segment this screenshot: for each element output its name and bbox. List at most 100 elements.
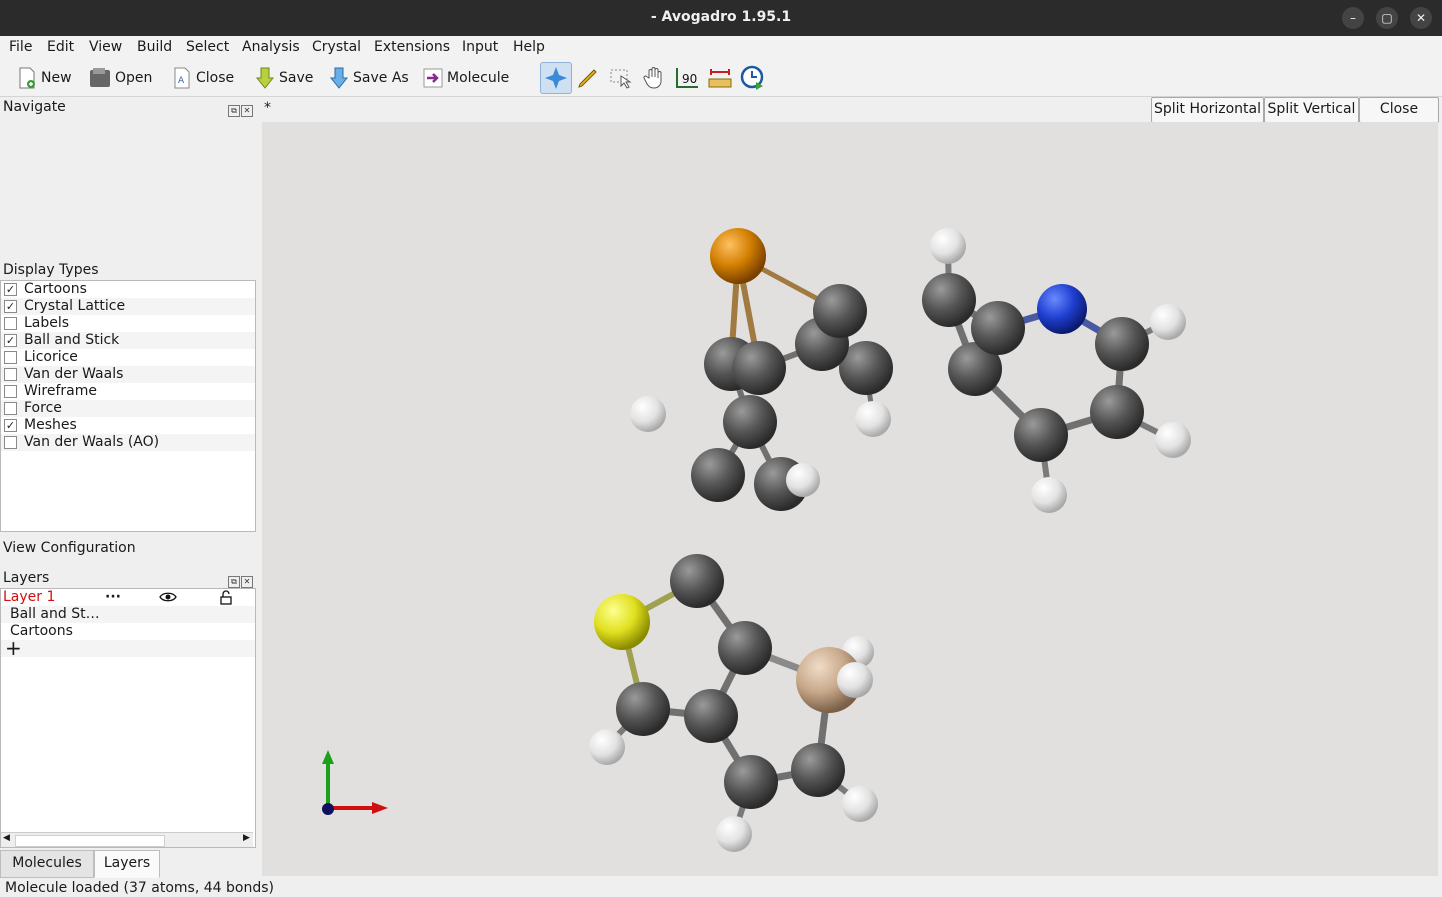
display-type-wireframe[interactable]: Wireframe [1, 383, 255, 400]
checkbox[interactable]: ✓ [4, 283, 17, 296]
layer-subrow-ball-and-stick[interactable]: Ball and St… [1, 606, 255, 623]
hydrogen-atom[interactable] [837, 662, 873, 698]
menu-extensions[interactable]: Extensions [374, 39, 450, 55]
viewport-close-button[interactable]: Close [1359, 97, 1439, 123]
menu-help[interactable]: Help [513, 39, 545, 55]
molecule-1-atoms[interactable] [630, 228, 893, 511]
hydrogen-atom[interactable] [1031, 477, 1067, 513]
carbon-atom[interactable] [813, 284, 867, 338]
manipulate-tool-button[interactable] [639, 63, 669, 93]
scroll-left-icon[interactable]: ◀ [3, 833, 10, 843]
split-horizontal-button[interactable]: Split Horizontal [1151, 97, 1264, 123]
carbon-atom[interactable] [616, 682, 670, 736]
nitrogen-atom[interactable] [1037, 284, 1087, 334]
display-type-labels[interactable]: Labels [1, 315, 255, 332]
carbon-atom[interactable] [1014, 408, 1068, 462]
close-icon[interactable]: ✕ [241, 105, 253, 117]
lock-icon[interactable] [219, 590, 233, 605]
layers-horizontal-scrollbar[interactable]: ◀ ▶ [1, 832, 253, 847]
close-window-button[interactable]: ✕ [1410, 7, 1432, 29]
new-button[interactable]: New [17, 64, 72, 92]
tab-molecules[interactable]: Molecules [0, 850, 94, 878]
hydrogen-atom[interactable] [855, 401, 891, 437]
view-configuration-title[interactable]: View Configuration [3, 540, 136, 556]
open-button[interactable]: Open [89, 64, 152, 92]
menu-analysis[interactable]: Analysis [242, 39, 300, 55]
navigate-tool-button[interactable] [540, 62, 572, 94]
float-icon[interactable]: ⧉ [228, 105, 240, 117]
menu-edit[interactable]: Edit [47, 39, 74, 55]
molecule-scene[interactable] [262, 122, 1438, 876]
checkbox[interactable] [4, 436, 17, 449]
save-as-button[interactable]: Save As [329, 64, 409, 92]
add-layer-row[interactable]: + [1, 638, 255, 658]
eye-icon[interactable] [159, 591, 177, 603]
scroll-right-icon[interactable]: ▶ [243, 833, 250, 843]
display-type-van-der-waals-ao[interactable]: Van der Waals (AO) [1, 434, 255, 451]
minimize-button[interactable]: – [1342, 7, 1364, 29]
hydrogen-atom[interactable] [716, 816, 752, 852]
molecule-2-atoms[interactable] [922, 228, 1191, 513]
checkbox[interactable]: ✓ [4, 300, 17, 313]
layer-row-1[interactable]: Layer 1 ··· [1, 589, 255, 606]
menu-build[interactable]: Build [137, 39, 172, 55]
carbon-atom[interactable] [1095, 317, 1149, 371]
carbon-atom[interactable] [922, 273, 976, 327]
display-type-cartoons[interactable]: ✓ Cartoons [1, 281, 255, 298]
checkbox[interactable] [4, 385, 17, 398]
menu-file[interactable]: File [9, 39, 32, 55]
display-type-crystal-lattice[interactable]: ✓ Crystal Lattice [1, 298, 255, 315]
split-vertical-button[interactable]: Split Vertical [1264, 97, 1359, 123]
hydrogen-atom[interactable] [930, 228, 966, 264]
checkbox[interactable]: ✓ [4, 419, 17, 432]
hydrogen-atom[interactable] [630, 396, 666, 432]
float-icon[interactable]: ⧉ [228, 576, 240, 588]
tab-layers[interactable]: Layers [94, 850, 160, 878]
menu-input[interactable]: Input [462, 39, 498, 55]
carbon-atom[interactable] [691, 448, 745, 502]
hydrogen-atom[interactable] [1155, 422, 1191, 458]
menu-view[interactable]: View [89, 39, 122, 55]
carbon-atom[interactable] [971, 301, 1025, 355]
checkbox[interactable] [4, 402, 17, 415]
layer-more-button[interactable]: ··· [105, 589, 121, 606]
display-type-force[interactable]: Force [1, 400, 255, 417]
menu-crystal[interactable]: Crystal [312, 39, 361, 55]
carbon-atom[interactable] [718, 621, 772, 675]
display-type-licorice[interactable]: Licorice [1, 349, 255, 366]
hydrogen-atom[interactable] [589, 729, 625, 765]
carbon-atom[interactable] [1090, 385, 1144, 439]
scrollbar-thumb[interactable] [15, 835, 165, 847]
hydrogen-atom[interactable] [1150, 304, 1186, 340]
select-tool-button[interactable] [606, 63, 636, 93]
hydrogen-atom[interactable] [786, 463, 820, 497]
carbon-atom[interactable] [732, 341, 786, 395]
carbon-atom[interactable] [724, 755, 778, 809]
molecule-viewport[interactable] [262, 122, 1438, 876]
carbon-atom[interactable] [670, 554, 724, 608]
checkbox[interactable] [4, 351, 17, 364]
viewport-tab-marker[interactable]: * [264, 100, 271, 116]
playback-tool-button[interactable] [738, 63, 768, 93]
molecule-button[interactable]: Molecule [423, 64, 509, 92]
display-type-meshes[interactable]: ✓ Meshes [1, 417, 255, 434]
carbon-atom[interactable] [684, 689, 738, 743]
bond-centric-tool-button[interactable]: 90 [672, 63, 702, 93]
checkbox[interactable]: ✓ [4, 334, 17, 347]
checkbox[interactable] [4, 368, 17, 381]
maximize-button[interactable]: ▢ [1376, 7, 1398, 29]
carbon-atom[interactable] [723, 395, 777, 449]
sulfur-atom[interactable] [594, 594, 650, 650]
phosphorus-atom[interactable] [710, 228, 766, 284]
close-icon[interactable]: ✕ [241, 576, 253, 588]
carbon-atom[interactable] [791, 743, 845, 797]
checkbox[interactable] [4, 317, 17, 330]
save-button[interactable]: Save [255, 64, 313, 92]
close-button[interactable]: A Close [172, 64, 234, 92]
molecule-3-atoms[interactable] [589, 554, 878, 852]
layer-subrow-cartoons[interactable]: Cartoons [1, 623, 255, 640]
display-type-van-der-waals[interactable]: Van der Waals [1, 366, 255, 383]
menu-select[interactable]: Select [186, 39, 229, 55]
measure-tool-button[interactable] [705, 63, 735, 93]
draw-tool-button[interactable] [573, 63, 603, 93]
